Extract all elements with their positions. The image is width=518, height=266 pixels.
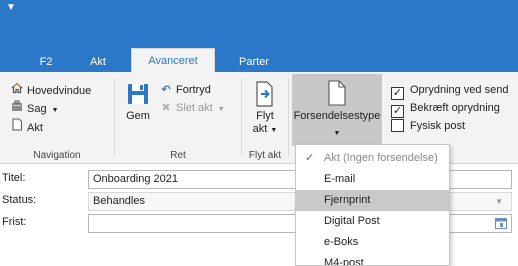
dropdown-item-label: Akt (Ingen forsendelse) [324, 152, 438, 164]
flyt-akt-group-label: Flyt akt [248, 150, 282, 161]
checkbox-checked-icon: ✓ [391, 105, 404, 118]
gem-label: Gem [126, 110, 150, 122]
sag-button[interactable]: Sag ▼ [10, 100, 59, 116]
undo-icon: ↶ [161, 84, 171, 96]
akt-nav-label: Akt [27, 122, 43, 134]
case-icon [10, 100, 24, 117]
dropdown-item-label: e-Boks [324, 236, 359, 248]
sag-dropdown-icon: ▼ [51, 107, 59, 114]
flyt-akt-label-2: akt ▼ [252, 123, 278, 135]
document-icon [10, 118, 24, 136]
title-label: Titel: [2, 172, 26, 184]
dropdown-item-e-mail[interactable]: E-mail [296, 169, 449, 190]
dropdown-item-m4-post[interactable]: M4-post [296, 253, 449, 266]
blank-document-icon [292, 74, 382, 110]
oprydning-ved-send-checkbox[interactable]: ✓ Oprydning ved send [391, 83, 509, 100]
ret-group-label: Ret [170, 150, 186, 161]
forsendelsestype-label: Forsendelsestype [293, 110, 381, 122]
flyt-akt-label-1: Flyt [256, 110, 274, 122]
fortryd-label: Fortryd [176, 84, 211, 96]
move-document-icon [246, 80, 284, 110]
status-label: Status: [2, 194, 37, 206]
divider [288, 78, 289, 156]
tab-akt[interactable]: Akt [78, 53, 118, 71]
group-ret: Gem ↶ Fortryd ✖ Slet akt ▼ Ret [115, 72, 241, 164]
forsendelsestype-button[interactable]: Forsendelsestype ▼ [292, 74, 382, 146]
group-flyt-akt: Flyt akt ▼ Flyt akt [242, 72, 288, 164]
fortryd-button[interactable]: ↶ Fortryd [159, 82, 211, 98]
hovedvindue-label: Hovedvindue [27, 85, 92, 97]
deadline-label: Frist: [2, 216, 27, 228]
dropdown-item-label: M4-post [324, 257, 364, 266]
forsendelsestype-dropdown-menu: ✓ Akt (Ingen forsendelse) E-mail Fjernpri… [295, 144, 450, 266]
forsendelsestype-dropdown-icon: ▼ [333, 130, 341, 137]
chevron-down-icon: ▼ [495, 197, 503, 206]
tab-parter[interactable]: Parter [229, 53, 279, 71]
dropdown-item-digital-post[interactable]: Digital Post [296, 211, 449, 232]
dropdown-item-label: Fjernprint [324, 194, 371, 206]
fysisk-post-checkbox[interactable]: Fysisk post [391, 119, 465, 135]
home-icon [10, 82, 24, 99]
checkbox-checked-icon: ✓ [391, 87, 404, 100]
dropdown-item-e-boks[interactable]: e-Boks [296, 232, 449, 253]
flyt-dropdown-icon: ▼ [270, 127, 278, 134]
tab-avanceret[interactable]: Avanceret [131, 48, 215, 72]
dropdown-item-label: E-mail [324, 173, 356, 185]
slet-akt-button[interactable]: ✖ Slet akt ▼ [159, 100, 225, 116]
sag-label: Sag [27, 103, 47, 115]
status-value: Behandles [93, 195, 145, 207]
slet-akt-dropdown-icon: ▼ [217, 106, 225, 113]
gem-button[interactable]: Gem [123, 82, 153, 123]
dropdown-item-fjernprint[interactable]: Fjernprint [296, 190, 449, 211]
dropdown-item-label: Digital Post [324, 215, 380, 227]
ribbon-tab-row: F2 Akt Avanceret Parter [0, 20, 518, 72]
save-icon [123, 82, 153, 110]
checkmark-icon: ✓ [305, 152, 315, 164]
calendar-icon[interactable] [495, 217, 507, 235]
delete-icon: ✖ [161, 102, 171, 114]
hovedvindue-button[interactable]: Hovedvindue [10, 82, 91, 98]
flyt-akt-button[interactable]: Flyt akt ▼ [246, 80, 284, 137]
dropdown-item-akt-ingen-forsendelse[interactable]: ✓ Akt (Ingen forsendelse) [296, 148, 449, 169]
group-navigation: Hovedvindue Sag ▼ Akt Navigation [0, 72, 114, 164]
customize-quick-access-icon[interactable]: ▼ [6, 3, 16, 13]
checkbox-unchecked-icon [391, 119, 404, 132]
title-bar: ▼ [0, 0, 518, 20]
bekraeft-oprydning-label: Bekræft oprydning [410, 102, 500, 114]
slet-akt-label: Slet akt [176, 102, 213, 114]
oprydning-ved-send-label: Oprydning ved send [410, 84, 509, 96]
navigation-group-label: Navigation [33, 150, 81, 161]
akt-nav-button[interactable]: Akt [10, 118, 43, 134]
tab-f2[interactable]: F2 [26, 53, 66, 71]
bekraeft-oprydning-checkbox[interactable]: ✓ Bekræft oprydning [391, 101, 500, 118]
fysisk-post-label: Fysisk post [410, 120, 466, 132]
